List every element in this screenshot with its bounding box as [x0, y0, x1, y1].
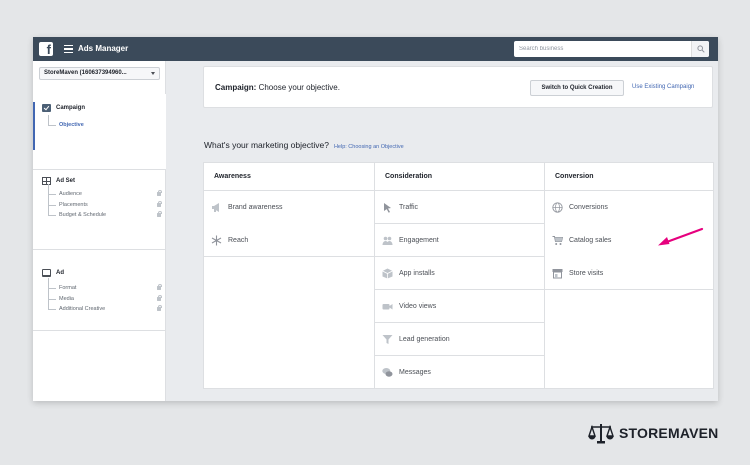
option-label: Catalog sales [569, 237, 612, 244]
annotation-arrow-icon [658, 227, 704, 246]
objective-store-visits[interactable]: Store visits [545, 257, 714, 290]
sidebar-item-ad-set[interactable]: Ad Set [42, 177, 75, 185]
search-input[interactable] [514, 41, 691, 57]
sidebar-item-ad[interactable]: Ad [42, 269, 64, 277]
campaign-header-card: Campaign: Choose your objective. Switch … [203, 66, 713, 108]
sidebar-item-label: Budget & Schedule [59, 212, 107, 218]
objective-question: What's your marketing objective? Help: Ch… [204, 140, 404, 150]
cursor-icon [382, 202, 393, 213]
lock-icon [157, 190, 162, 196]
hamburger-menu-icon[interactable] [64, 45, 73, 53]
lock-icon [157, 211, 162, 217]
scale-logo-icon [588, 424, 614, 444]
lock-icon [157, 284, 162, 290]
sidebar-item-placements[interactable]: Placements [48, 195, 163, 210]
option-label: Messages [399, 369, 431, 376]
cart-icon [552, 235, 563, 246]
facebook-logo-icon[interactable]: f [39, 42, 53, 56]
campaign-label-bold: Campaign: [215, 83, 257, 92]
objective-app-installs[interactable]: App installs [375, 257, 544, 290]
chevron-down-icon [151, 72, 155, 75]
column-header: Awareness [204, 163, 374, 191]
sidebar-item-campaign[interactable]: Campaign [42, 104, 85, 112]
objective-conversions[interactable]: Conversions [545, 191, 714, 224]
column-conversion: Conversion Conversions Catalog sales Sto… [544, 163, 714, 388]
video-camera-icon [382, 301, 393, 312]
option-label: Store visits [569, 269, 604, 277]
sidebar-item-label: Audience [59, 191, 82, 197]
option-label: Lead generation [399, 335, 450, 343]
use-existing-campaign-link[interactable]: Use Existing Campaign [632, 84, 694, 90]
sidebar-item-label: Additional Creative [59, 306, 106, 312]
objective-reach[interactable]: Reach [204, 224, 374, 257]
column-header: Conversion [545, 163, 714, 191]
objective-question-text: What's your marketing objective? [204, 140, 329, 150]
objective-engagement[interactable]: Engagement [375, 224, 544, 257]
sidebar-section-ad: Ad Format Media Additional Creative [33, 250, 166, 331]
column-header: Consideration [375, 163, 544, 191]
box-icon [382, 268, 393, 279]
ads-manager-window: f Ads Manager StoreMaven (160637394960..… [33, 37, 718, 401]
column-consideration: Consideration Traffic Engagement App ins… [374, 163, 544, 388]
sidebar-item-label: Format [59, 285, 77, 291]
lock-icon [157, 201, 162, 207]
lock-icon [157, 305, 162, 311]
chat-bubbles-icon [382, 367, 393, 378]
funnel-icon [382, 334, 393, 345]
help-choosing-objective-link[interactable]: Help: Choosing an Objective [334, 144, 404, 150]
sidebar-section-title: Ad [56, 270, 64, 276]
sidebar-item-additional-creative[interactable]: Additional Creative [48, 299, 163, 314]
column-awareness: Awareness Brand awareness Reach [204, 163, 374, 388]
sidebar-item-media[interactable]: Media [48, 289, 163, 304]
sidebar-item-objective[interactable]: Objective [48, 115, 163, 130]
search-icon [697, 45, 705, 53]
option-label: Video views [399, 302, 437, 310]
sidebar-item-audience[interactable]: Audience [48, 184, 163, 199]
sidebar-section-campaign: Campaign Objective [33, 94, 166, 170]
ad-monitor-icon [42, 269, 51, 277]
storemaven-logo: STOREMAVEN [588, 422, 719, 444]
app-title: Ads Manager [78, 44, 129, 53]
option-label: App installs [399, 269, 435, 277]
sidebar-item-label: Media [59, 296, 74, 302]
objective-grid: Awareness Brand awareness Reach Consider… [203, 162, 714, 389]
account-name: StoreMaven (160637394960... [44, 70, 127, 76]
sidebar-item-budget-schedule[interactable]: Budget & Schedule [48, 205, 163, 220]
campaign-label: Campaign: Choose your objective. [215, 83, 340, 92]
active-indicator [33, 102, 35, 150]
sidebar: StoreMaven (160637394960... Campaign Obj… [33, 61, 166, 401]
brand-logo-text: STOREMAVEN [619, 425, 719, 441]
campaign-label-text: Choose your objective. [256, 83, 340, 92]
objective-messages[interactable]: Messages [375, 356, 544, 389]
option-label: Engagement [399, 236, 439, 244]
search-button[interactable] [691, 41, 709, 57]
top-bar: f Ads Manager [33, 37, 718, 61]
lock-icon [157, 295, 162, 301]
sidebar-section-title: Ad Set [56, 178, 76, 184]
people-icon [382, 235, 393, 246]
snowflake-icon [211, 235, 222, 246]
switch-quick-creation-button[interactable]: Switch to Quick Creation [530, 80, 624, 96]
adset-grid-icon [42, 177, 51, 185]
option-label: Conversions [569, 204, 608, 211]
objective-video-views[interactable]: Video views [375, 290, 544, 323]
objective-lead-generation[interactable]: Lead generation [375, 323, 544, 356]
store-icon [552, 268, 563, 279]
account-selector[interactable]: StoreMaven (160637394960... [39, 67, 160, 80]
objective-brand-awareness[interactable]: Brand awareness [204, 191, 374, 224]
option-label: Brand awareness [228, 204, 283, 211]
globe-icon [552, 202, 563, 213]
sidebar-section-title: Campaign [56, 105, 86, 111]
objective-traffic[interactable]: Traffic [375, 191, 544, 224]
sidebar-item-format[interactable]: Format [48, 278, 163, 293]
search-box [514, 41, 709, 57]
option-label: Reach [228, 236, 249, 244]
sidebar-item-label: Placements [59, 202, 88, 208]
sidebar-section-ad-set: Ad Set Audience Placements Budget & Sche… [33, 170, 166, 250]
megaphone-icon [211, 202, 222, 213]
option-label: Traffic [399, 203, 419, 211]
checkbox-icon [42, 104, 51, 112]
